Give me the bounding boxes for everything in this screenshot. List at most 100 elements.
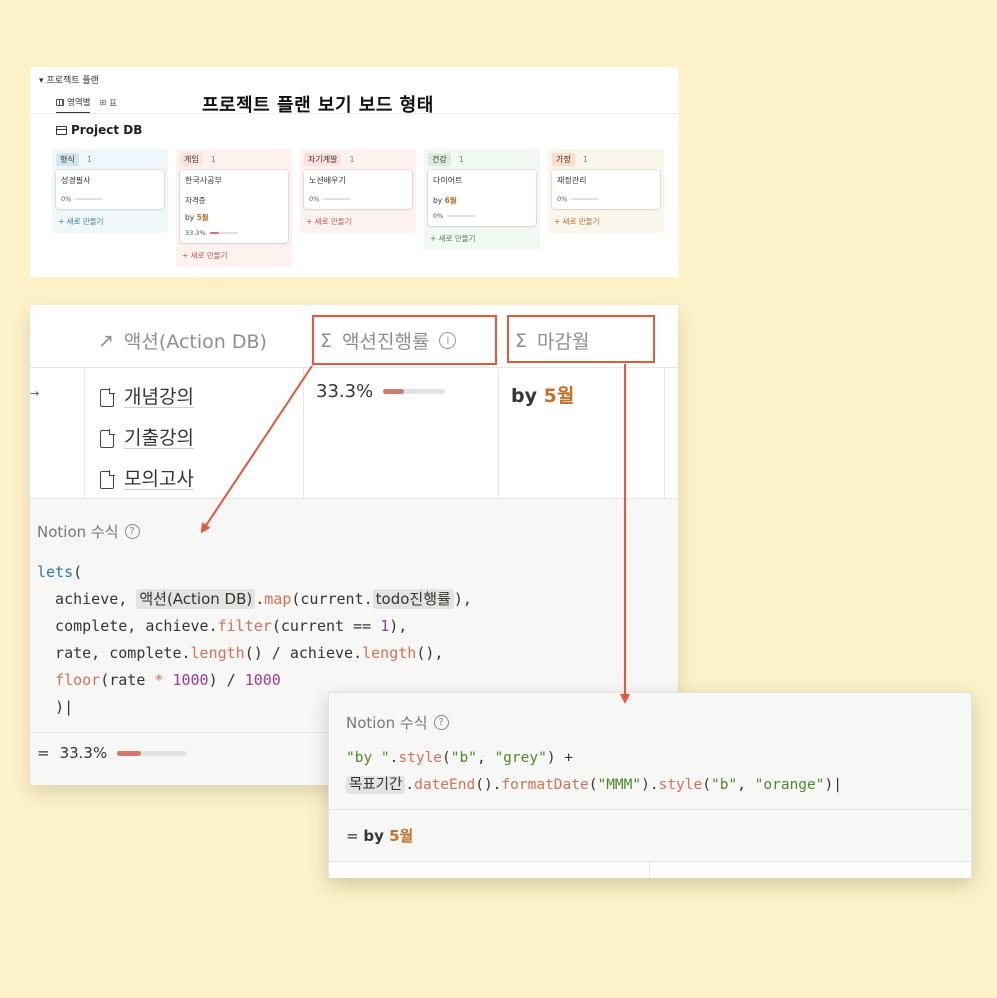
card-progress-value: 0% [557, 195, 568, 203]
formula-editor-title: Notion 수식 ? [37, 521, 140, 542]
relation-page[interactable]: 개념강의 [100, 377, 194, 418]
progress-cell[interactable]: 33.3% [316, 381, 446, 402]
card-deadline: by 5월 [185, 212, 283, 223]
divider [30, 113, 679, 114]
card-progress-value: 0% [433, 212, 444, 220]
code-token: ), [453, 590, 472, 608]
code-token: 1000 [172, 671, 209, 689]
board-card[interactable]: 한국사공부 자격증 by 5월 33.3% [180, 170, 288, 243]
card-progress-fill [209, 232, 219, 234]
deadline-cell[interactable]: by 5월 [511, 381, 574, 408]
code-token: style [658, 777, 703, 793]
column-header-label: 액션(Action DB) [123, 331, 267, 353]
divider [303, 367, 304, 499]
add-new-button[interactable]: + 새로 만들기 [552, 216, 660, 227]
code-token: . [255, 590, 265, 608]
column-header[interactable]: 형식 1 [56, 153, 164, 166]
board-column: 건강 1 다이어트 by 6월 0% + 새로 만들기 [424, 149, 540, 250]
row-arrow-icon: → [30, 387, 40, 400]
code-token: "grey" [494, 750, 547, 766]
deadline-month: 5월 [196, 213, 209, 222]
card-progress-bar [323, 198, 352, 200]
relation-page[interactable]: 모의고사 [100, 459, 194, 500]
relation-page-label: 기출강의 [124, 426, 194, 450]
code-token: "orange" [754, 777, 825, 793]
relation-page[interactable]: 기출강의 [100, 418, 194, 459]
card-progress: 0% [433, 212, 531, 220]
divider [329, 809, 971, 810]
board-card[interactable]: 다이어트 by 6월 0% [428, 170, 536, 226]
code-token: "by " [346, 750, 390, 766]
code-token: achieve, [37, 590, 137, 608]
relation-page-label: 개념강의 [124, 385, 194, 409]
table-row-strip [329, 861, 971, 878]
formula-editor-title: Notion 수식 ? [346, 712, 449, 733]
code-token: dateEnd [414, 777, 476, 793]
code-token: ) / [208, 671, 245, 689]
board-card[interactable]: 노션배우기 0% [304, 170, 412, 209]
column-header-action[interactable]: ↗ 액션(Action DB) [98, 327, 267, 354]
help-icon[interactable]: ? [124, 524, 140, 539]
deadline-month: 5월 [543, 385, 575, 407]
code-token: "b" [710, 777, 738, 793]
toggle-heading[interactable]: ▾ 프로젝트 플랜 [39, 73, 99, 86]
relation-pages: 개념강의 기출강의 모의고사 [100, 377, 194, 500]
board-column: 형식 1 성경필사 0% + 새로 만들기 [52, 149, 168, 233]
view-tab-table[interactable]: ⊞ 표 [99, 96, 117, 113]
code-token: formatDate [501, 777, 589, 793]
group-count: 1 [582, 155, 588, 164]
column-header[interactable]: 자기계발 1 [304, 153, 412, 166]
board-panel: ▾ 프로젝트 플랜 영역별 ⊞ 표 프로젝트 플랜 보기 보드 형태 Proje… [30, 67, 679, 277]
code-line: complete, achieve.filter(current == 1), [37, 613, 472, 640]
formula-code[interactable]: "by ".style("b", "grey") + 목표기간 .dateEnd()… [346, 745, 842, 799]
divider [30, 367, 678, 368]
add-new-button[interactable]: + 새로 만들기 [304, 216, 412, 227]
view-tab-board[interactable]: 영역별 [56, 96, 91, 113]
code-token: )| [824, 777, 842, 793]
group-count: 1 [458, 155, 464, 164]
code-token: style [398, 750, 443, 766]
formula-result: = by 5월 [346, 825, 413, 846]
page-icon [100, 428, 115, 448]
group-tag: 가정 [552, 153, 575, 166]
board-column: 가정 1 재정관리 0% + 새로 만들기 [548, 149, 664, 233]
column-header[interactable]: 건강 1 [428, 153, 536, 166]
page-icon [100, 469, 115, 489]
card-progress-bar [447, 215, 476, 217]
code-line: achieve, 액션(Action DB) .map(current. todo진… [37, 586, 472, 613]
deadline-prefix: by [185, 213, 197, 222]
highlight-box-deadline [507, 315, 655, 363]
card-deadline: by 6월 [433, 195, 531, 206]
view-tab-label: 표 [109, 98, 117, 109]
help-icon[interactable]: ? [433, 715, 449, 730]
code-line: 목표기간 .dateEnd().formatDate("MMM").style("… [346, 772, 842, 799]
card-progress: 0% [557, 195, 655, 203]
add-new-button[interactable]: + 새로 만들기 [428, 233, 536, 244]
code-token: 1000 [244, 671, 281, 689]
board-column: 게임 1 한국사공부 자격증 by 5월 33.3% + 새로 만들기 [176, 149, 292, 267]
board-card[interactable]: 재정관리 0% [552, 170, 660, 209]
add-new-button[interactable]: + 새로 만들기 [56, 216, 164, 227]
code-token: todo진행률 [372, 589, 454, 609]
column-header[interactable]: 게임 1 [180, 153, 288, 166]
code-token: (rate [100, 671, 155, 689]
result-value: 33.3% [59, 744, 108, 762]
result-prefix: = [37, 744, 50, 762]
board-card[interactable]: 성경필사 0% [56, 170, 164, 209]
code-token: filter [217, 617, 272, 635]
database-title[interactable]: Project DB [56, 123, 142, 137]
code-token: 목표기간 [346, 776, 406, 794]
result-progress-fill [117, 750, 141, 756]
group-count: 1 [349, 155, 355, 164]
board-column: 자기계발 1 노션배우기 0% + 새로 만들기 [300, 149, 416, 233]
card-progress-value: 0% [309, 195, 320, 203]
code-token: map [264, 590, 292, 608]
code-line: "by ".style("b", "grey") + [346, 745, 842, 772]
code-token: ( [442, 750, 451, 766]
add-new-button[interactable]: + 새로 만들기 [180, 250, 288, 261]
result-progress-bar [117, 750, 188, 756]
result-prefix: = [346, 827, 364, 845]
column-header[interactable]: 가정 1 [552, 153, 660, 166]
code-token: 1 [380, 617, 390, 635]
view-tabs: 영역별 ⊞ 표 [56, 96, 117, 113]
